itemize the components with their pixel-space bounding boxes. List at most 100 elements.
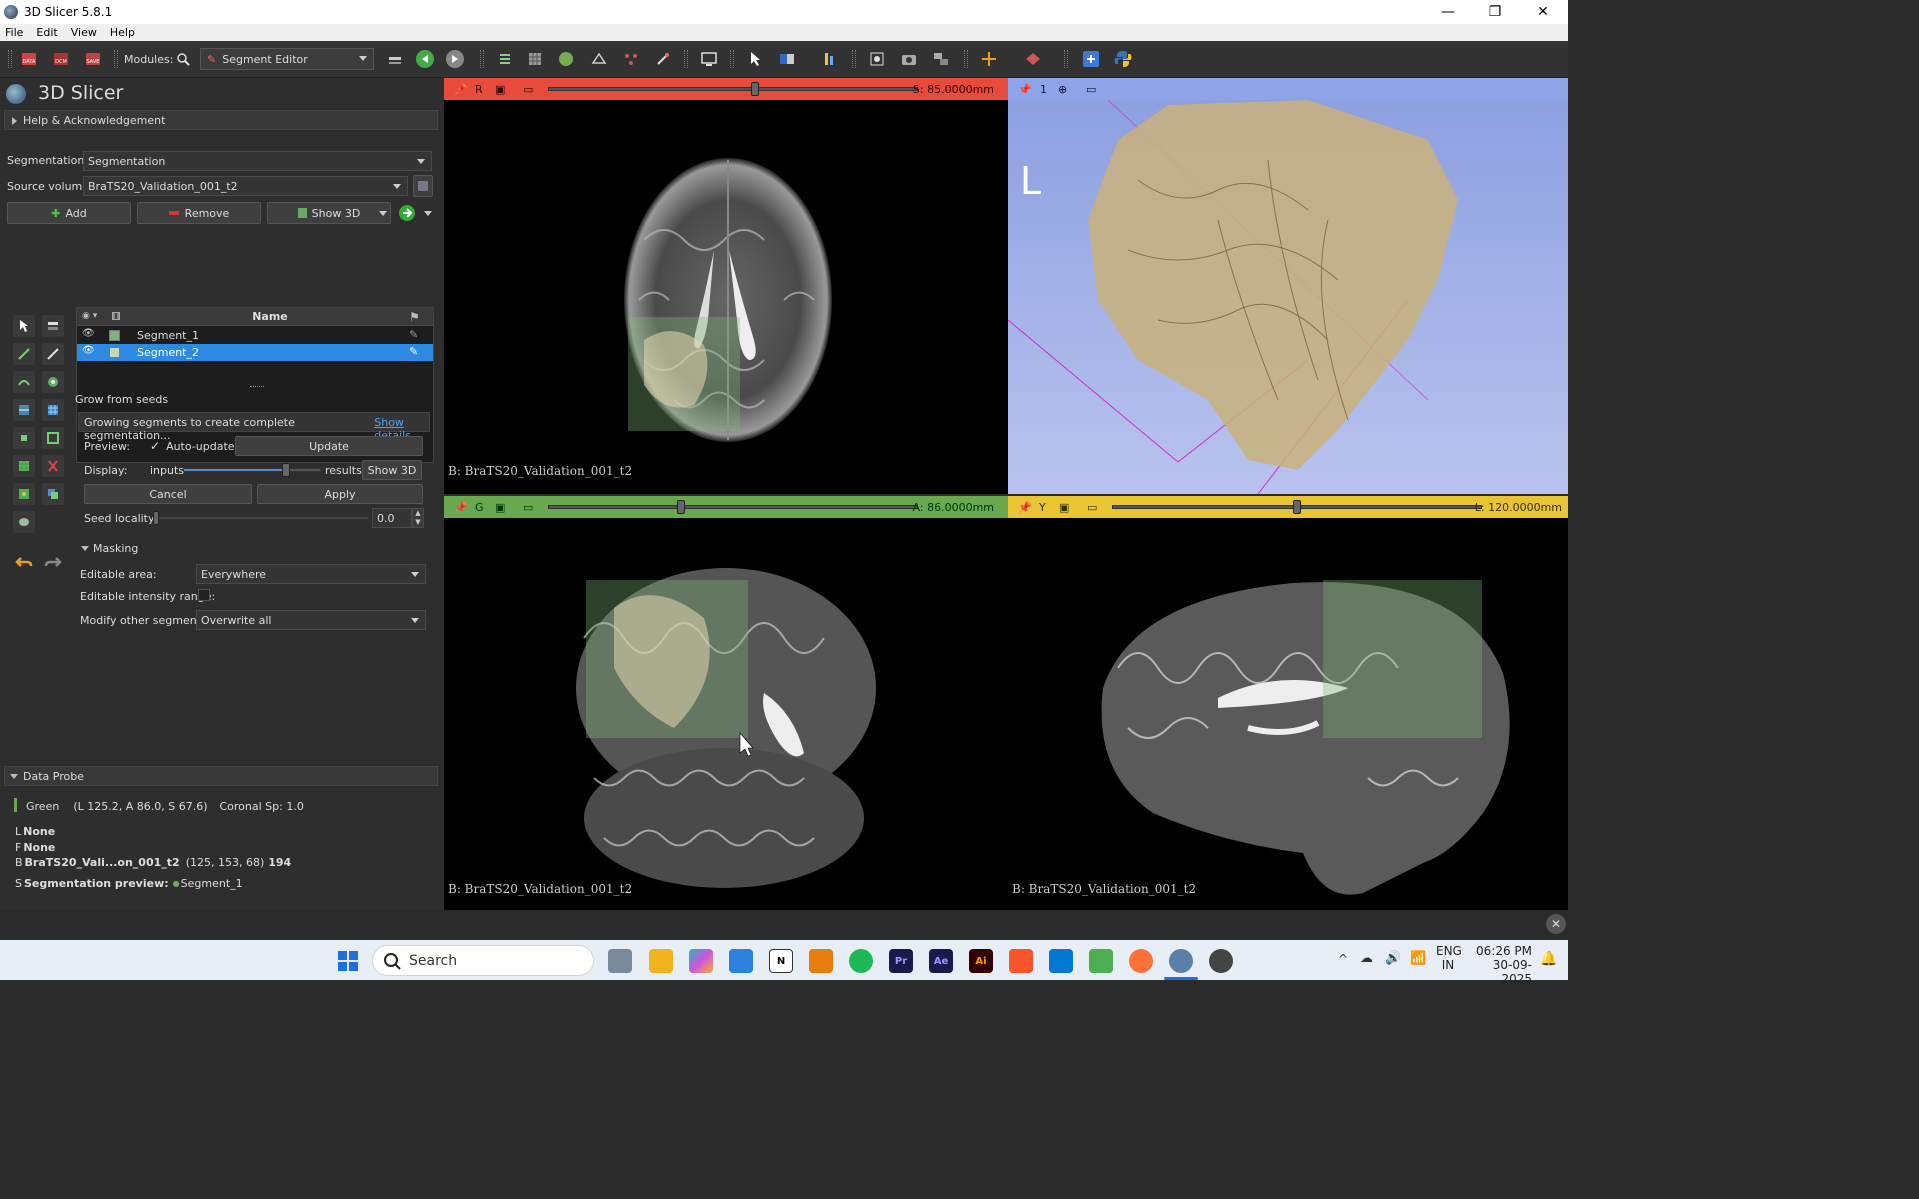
notifications-icon[interactable]: 🔔 (1540, 951, 1557, 967)
eye-icon[interactable]: 👁 (82, 345, 95, 356)
apply-button[interactable]: Apply (257, 484, 423, 504)
edit-status-icon[interactable]: ✎ (409, 345, 418, 358)
display-blend-slider[interactable] (183, 463, 321, 477)
data-probe-header[interactable]: Data Probe (4, 766, 438, 786)
scene-views-icon[interactable] (930, 48, 952, 70)
after-effects-icon[interactable]: Ae (929, 949, 953, 973)
back-arrow-icon[interactable] (414, 48, 436, 70)
place-markup-icon[interactable] (1022, 48, 1044, 70)
editable-intensity-checkbox[interactable] (198, 589, 210, 601)
red-slice-handle[interactable] (751, 82, 760, 96)
pointer-icon[interactable] (744, 48, 766, 70)
add-segment-button[interactable]: ✚ Add (7, 202, 131, 224)
splitter-handle[interactable] (250, 386, 264, 388)
display-show-3d-button[interactable]: Show 3D (362, 460, 422, 480)
seed-locality-handle[interactable] (153, 511, 159, 525)
obs-icon[interactable] (1209, 949, 1233, 973)
clock[interactable]: 06:26 PM 30-09-2025 (1470, 944, 1532, 986)
edit-status-icon[interactable]: ✎ (409, 328, 418, 341)
volumes-module-icon[interactable] (524, 48, 546, 70)
segment-name[interactable]: Segment_1 (137, 329, 199, 342)
spotify-icon[interactable] (849, 949, 873, 973)
smoothing-icon[interactable] (13, 455, 35, 477)
update-button[interactable]: Update (235, 436, 423, 456)
no-effect-pointer-icon[interactable] (13, 315, 35, 337)
red-slice-slider[interactable] (548, 82, 918, 96)
close-button[interactable]: ✕ (1520, 0, 1566, 24)
scissors-icon[interactable] (42, 455, 64, 477)
module-history-icon[interactable] (384, 48, 406, 70)
copilot-icon[interactable] (689, 949, 713, 973)
yellow-slice-view[interactable]: B: BraTS20_Validation_001_t2 (1008, 518, 1568, 910)
save-icon[interactable]: SAVE (82, 48, 104, 70)
screenshot-icon[interactable] (898, 48, 920, 70)
remove-segment-button[interactable]: Remove (137, 202, 261, 224)
erase-icon[interactable] (42, 343, 64, 365)
task-view-icon[interactable] (608, 949, 632, 973)
export-options-chevron-icon[interactable] (424, 211, 432, 216)
firefox-icon[interactable] (1129, 949, 1153, 973)
segment-color-swatch[interactable] (109, 330, 120, 341)
maximize-view-icon[interactable]: ▭ (523, 501, 533, 514)
maximize-view-icon[interactable]: ▭ (523, 83, 533, 96)
fill-between-slices-icon[interactable] (13, 399, 35, 421)
menu-help[interactable]: Help (110, 26, 135, 39)
show-3d-button[interactable]: Show 3D (267, 202, 391, 224)
menu-view[interactable]: View (71, 26, 97, 39)
yellow-slice-handle[interactable] (1293, 500, 1301, 514)
center-view-icon[interactable]: ⊕ (1058, 83, 1067, 96)
display-blend-handle[interactable] (282, 463, 290, 477)
paint-icon[interactable] (42, 315, 64, 337)
segment-editor-module-icon[interactable] (652, 48, 674, 70)
brave-browser-icon[interactable] (1009, 949, 1033, 973)
pin-icon[interactable]: 📌 (1018, 501, 1032, 514)
windows-start-icon[interactable] (336, 949, 360, 973)
crosshair-icon[interactable] (978, 48, 1000, 70)
segmentation-export-button[interactable] (396, 202, 418, 224)
segmentation-selector[interactable]: Segmentation (83, 151, 432, 171)
models-module-icon[interactable] (555, 48, 577, 70)
logical-operators-icon[interactable] (42, 483, 64, 505)
module-selector[interactable]: ✎ Segment Editor (200, 48, 374, 70)
menu-edit[interactable]: Edit (36, 26, 57, 39)
eye-icon[interactable]: 👁 (82, 328, 95, 339)
pin-icon[interactable]: 📌 (454, 501, 468, 514)
minimize-button[interactable]: — (1425, 0, 1471, 24)
wifi-icon[interactable]: 📶 (1410, 951, 1426, 966)
cancel-button[interactable]: Cancel (84, 484, 252, 504)
auto-update-checkbox[interactable]: ✓ Auto-update (150, 439, 235, 453)
red-slice-view[interactable]: B: BraTS20_Validation_001_t2 (444, 100, 1008, 494)
islands-icon[interactable] (13, 483, 35, 505)
threed-view[interactable]: L (1008, 100, 1568, 494)
menu-file[interactable]: File (5, 26, 23, 39)
link-icon[interactable]: ▣ (1059, 501, 1069, 514)
file-explorer-icon[interactable] (649, 949, 673, 973)
crosshair-tool-icon[interactable] (820, 48, 842, 70)
hollow-icon[interactable] (42, 427, 64, 449)
error-log-close-icon[interactable]: ✕ (1546, 914, 1566, 934)
volume-icon[interactable]: 🔊 (1385, 951, 1401, 966)
seed-locality-slider[interactable] (153, 511, 369, 525)
notion-icon[interactable]: N (769, 949, 793, 973)
editable-area-selector[interactable]: Everywhere (196, 564, 426, 584)
python-console-icon[interactable] (1112, 48, 1134, 70)
app-icon[interactable] (1089, 949, 1113, 973)
link-icon[interactable]: ▣ (495, 83, 505, 96)
vscode-icon[interactable] (1049, 949, 1073, 973)
illustrator-icon[interactable]: Ai (969, 949, 993, 973)
grow-from-seeds-icon[interactable] (42, 371, 64, 393)
draw-icon[interactable] (13, 343, 35, 365)
module-search-icon[interactable] (172, 48, 194, 70)
source-geometry-button[interactable] (413, 175, 433, 197)
mask-volume-icon[interactable] (13, 511, 35, 533)
show-hidden-icons-icon[interactable]: ^ (1338, 952, 1348, 966)
level-tracing-icon[interactable] (13, 371, 35, 393)
load-data-icon[interactable]: DATA (18, 48, 40, 70)
markups-module-icon[interactable] (620, 48, 642, 70)
pin-icon[interactable]: 📌 (1018, 83, 1032, 96)
seed-locality-input[interactable]: 0.0 (372, 508, 412, 528)
seed-locality-spinner[interactable]: ▲ ▼ (412, 508, 424, 528)
onedrive-icon[interactable]: ☁ (1360, 951, 1373, 966)
help-section-header[interactable]: Help & Acknowledgement (4, 110, 438, 130)
link-icon[interactable]: ▣ (495, 501, 505, 514)
